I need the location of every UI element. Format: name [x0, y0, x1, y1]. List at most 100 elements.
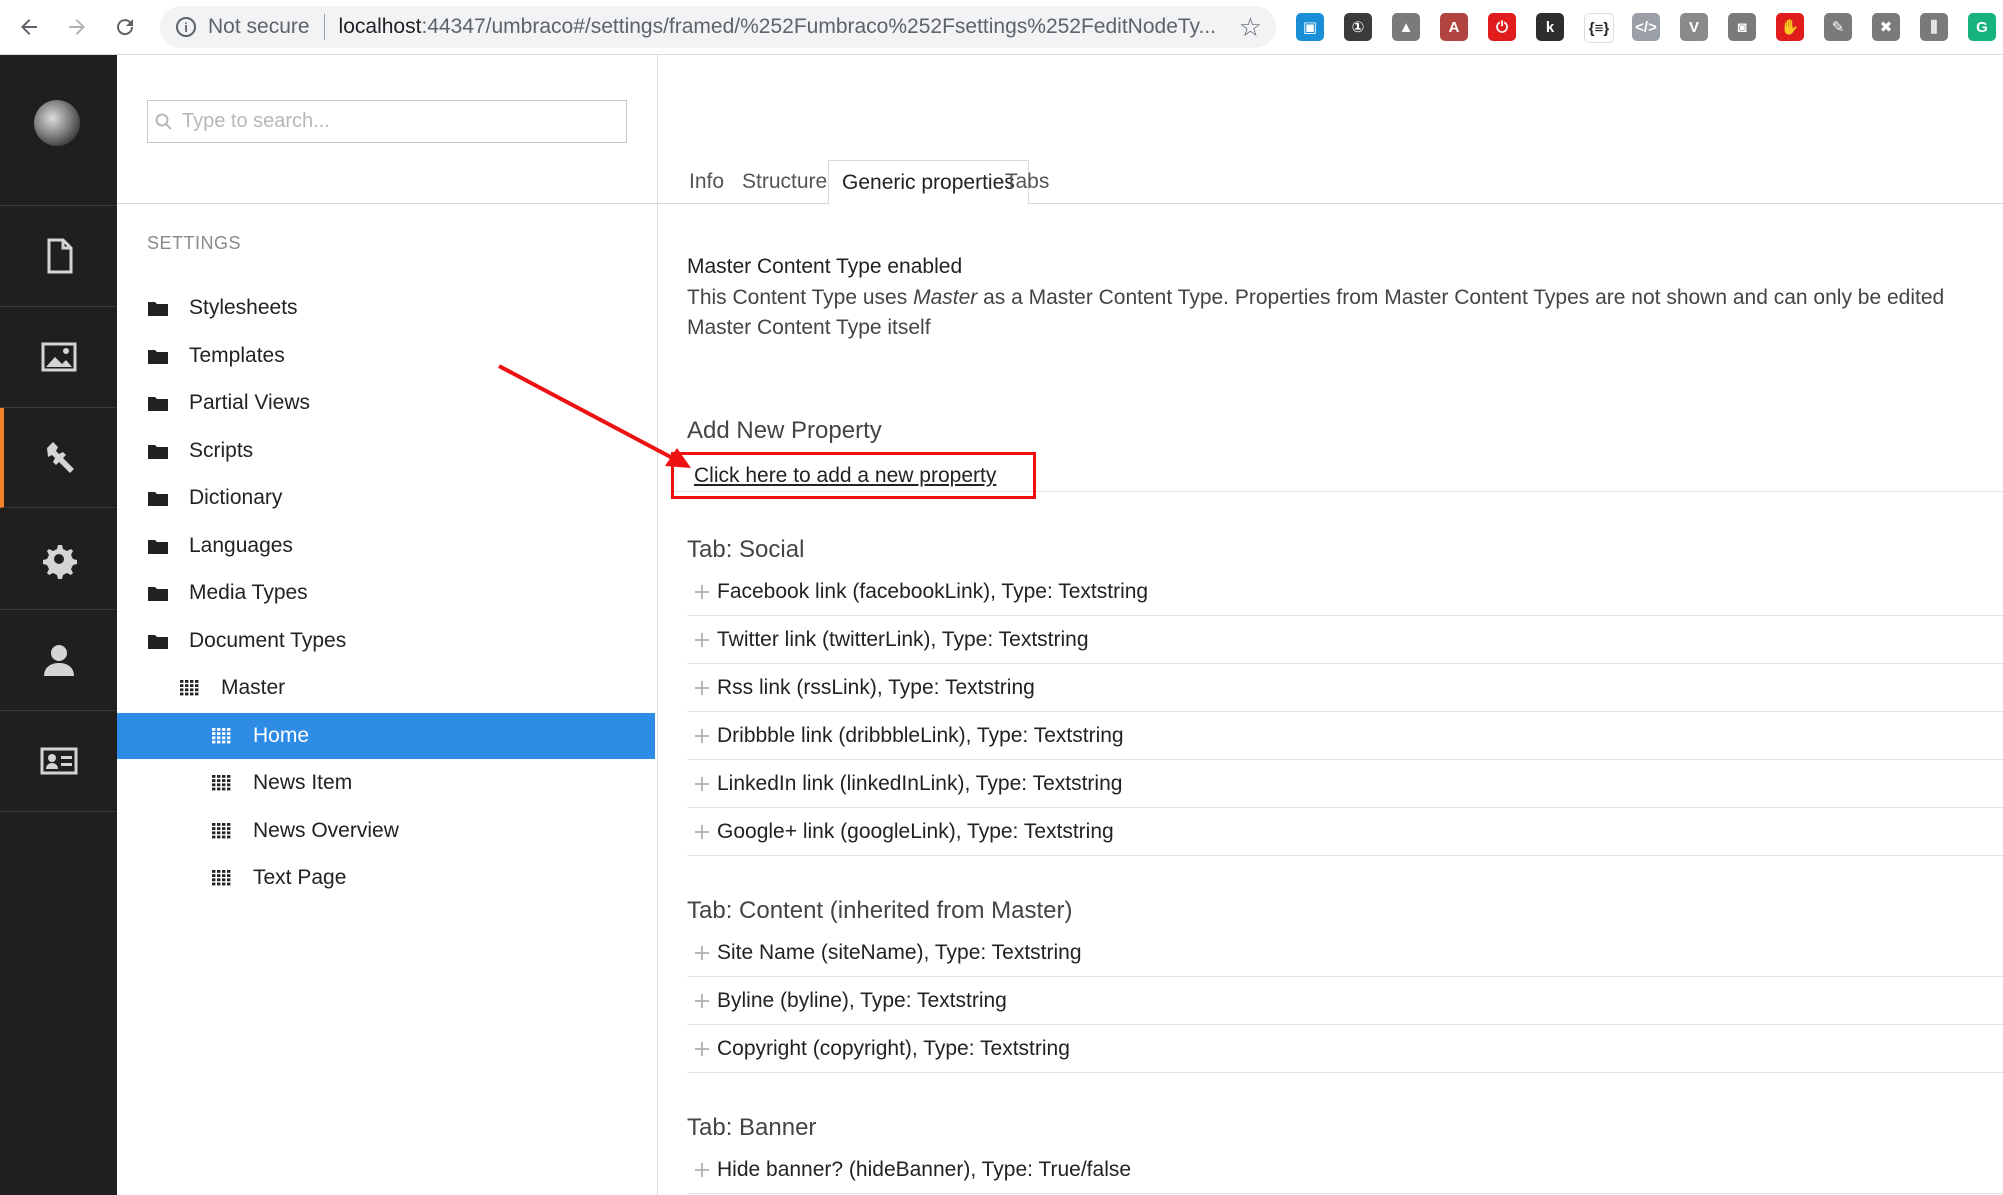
tab-info[interactable]: Info: [676, 160, 737, 204]
info-icon[interactable]: i: [176, 17, 196, 37]
drag-plus-icon[interactable]: [695, 729, 709, 743]
tree-item-text-page[interactable]: Text Page: [117, 855, 657, 901]
drag-plus-icon[interactable]: [695, 1042, 709, 1056]
drag-plus-icon[interactable]: [695, 777, 709, 791]
tree-item-label: Document Types: [189, 628, 347, 652]
property-row[interactable]: LinkedIn link (linkedInLink), Type: Text…: [687, 761, 2003, 808]
drive-icon[interactable]: ▲: [1392, 13, 1420, 41]
tree-item-label: Media Types: [189, 581, 308, 604]
user-area: [0, 55, 117, 206]
section-settings[interactable]: [0, 408, 117, 508]
tab-structure[interactable]: Structure: [729, 160, 840, 204]
tree-item-news-item[interactable]: News Item: [117, 760, 657, 806]
url-host: localhost: [338, 15, 422, 38]
tree-panel: SETTINGS Stylesheets Templates Partial Vie…: [117, 55, 658, 1195]
property-label: LinkedIn link (linkedInLink), Type: Text…: [717, 772, 1123, 795]
address-bar[interactable]: i Not secure localhost:44347/umbraco#/se…: [160, 6, 1276, 48]
grammarly-icon[interactable]: G: [1968, 13, 1996, 41]
k-icon[interactable]: k: [1536, 13, 1564, 41]
property-row[interactable]: Site Name (siteName), Type: Textstring: [687, 930, 2003, 977]
notice-line-1: This Content Type uses Master as a Maste…: [687, 283, 2003, 313]
password-manager-icon[interactable]: ①: [1344, 13, 1372, 41]
notes-icon[interactable]: ✎: [1824, 13, 1852, 41]
tree-item-media-types[interactable]: Media Types: [117, 570, 657, 616]
section-bar: [0, 55, 117, 1195]
property-row[interactable]: Rss link (rssLink), Type: Textstring: [687, 665, 2003, 712]
reload-button[interactable]: [108, 10, 142, 44]
property-label: Facebook link (facebookLink), Type: Text…: [717, 580, 1149, 603]
tree-item-news-overview[interactable]: News Overview: [117, 808, 657, 854]
property-row[interactable]: Google+ link (googleLink), Type: Textstr…: [687, 809, 2003, 856]
drag-plus-icon[interactable]: [695, 946, 709, 960]
property-row[interactable]: Facebook link (facebookLink), Type: Text…: [687, 569, 2003, 616]
notice-master-name: Master: [913, 286, 978, 309]
settings-wrench-icon: [46, 441, 74, 473]
tree-item-label: Languages: [189, 533, 293, 557]
tree-item-document-types[interactable]: Document Types: [117, 618, 657, 664]
tree-item-master[interactable]: Master: [117, 665, 657, 711]
back-button[interactable]: [12, 10, 46, 44]
pdf-icon[interactable]: A: [1440, 13, 1468, 41]
tree-search[interactable]: [147, 100, 627, 143]
bookmark-star-icon[interactable]: ☆: [1239, 12, 1262, 43]
url-path: :44347/umbraco#/settings/framed/%252Fumb…: [421, 15, 1216, 38]
property-label: Rss link (rssLink), Type: Textstring: [717, 676, 1035, 699]
drag-plus-icon[interactable]: [695, 585, 709, 599]
property-row[interactable]: Dribbble link (dribbbleLink), Type: Text…: [687, 713, 2003, 760]
avatar[interactable]: [34, 100, 80, 146]
power-icon[interactable]: ⏻: [1488, 13, 1516, 41]
doctype-grid-icon: [212, 870, 231, 886]
tree-item-scripts[interactable]: Scripts: [117, 428, 657, 474]
add-property-link[interactable]: Click here to add a new property: [671, 452, 1036, 499]
section-developer[interactable]: [0, 509, 117, 610]
section-users[interactable]: [0, 610, 117, 711]
tree-item-label: News Overview: [253, 818, 399, 842]
property-label: Site Name (siteName), Type: Textstring: [717, 941, 1082, 964]
tree-item-stylesheets[interactable]: Stylesheets: [117, 285, 657, 331]
folder-icon: [148, 349, 168, 364]
section-members[interactable]: [0, 711, 117, 812]
forward-button[interactable]: [60, 10, 94, 44]
bars-icon[interactable]: ⫼: [1920, 13, 1948, 41]
drag-plus-icon[interactable]: [695, 1163, 709, 1177]
group-title: Tab: Content (inherited from Master): [687, 897, 1073, 924]
folder-icon: [148, 539, 168, 554]
property-row[interactable]: Twitter link (twitterLink), Type: Textst…: [687, 617, 2003, 664]
reload-icon: [117, 19, 134, 36]
drag-plus-icon[interactable]: [695, 825, 709, 839]
vue-icon[interactable]: V: [1680, 13, 1708, 41]
folder-icon: [148, 492, 168, 506]
photo-extension-icon[interactable]: ▣: [1296, 13, 1324, 41]
property-row[interactable]: Byline (byline), Type: Textstring: [687, 978, 2003, 1025]
search-input[interactable]: [180, 109, 624, 134]
notice-body: This Content Type uses Master as a Maste…: [687, 283, 2003, 343]
tree-item-languages[interactable]: Languages: [117, 523, 657, 569]
tree-item-templates[interactable]: Templates: [117, 333, 657, 379]
tree-item-partial-views[interactable]: Partial Views: [117, 380, 657, 426]
drag-plus-icon[interactable]: [695, 681, 709, 695]
doctype-grid-icon: [212, 822, 231, 838]
users-icon: [43, 645, 74, 676]
adblock-icon[interactable]: ✋: [1776, 13, 1804, 41]
url-text[interactable]: localhost:44347/umbraco#/settings/framed…: [339, 15, 1216, 39]
section-media[interactable]: [0, 307, 117, 408]
security-status[interactable]: Not secure: [208, 15, 310, 39]
property-label: Byline (byline), Type: Textstring: [717, 989, 1007, 1012]
tab-tabs[interactable]: Tabs: [992, 160, 1062, 204]
camera-icon[interactable]: ◙: [1728, 13, 1756, 41]
code-icon[interactable]: </>: [1632, 13, 1660, 41]
tree-item-label: Home: [253, 723, 310, 747]
section-content[interactable]: [0, 206, 117, 307]
tree-item-dictionary[interactable]: Dictionary: [117, 475, 657, 521]
tree-item-home[interactable]: Home: [117, 712, 655, 759]
drag-plus-icon[interactable]: [695, 633, 709, 647]
property-row[interactable]: Hide banner? (hideBanner), Type: True/fa…: [687, 1147, 2003, 1194]
tree-item-label: Templates: [189, 343, 285, 367]
close-tab-icon[interactable]: ✖: [1872, 13, 1900, 41]
drag-plus-icon[interactable]: [695, 994, 709, 1008]
doctype-grid-icon: [180, 680, 199, 696]
property-row[interactable]: Copyright (copyright), Type: Textstring: [687, 1026, 2003, 1073]
json-icon[interactable]: {≡}: [1584, 13, 1614, 43]
folder-icon: [148, 587, 168, 601]
property-label: Twitter link (twitterLink), Type: Textst…: [717, 628, 1089, 651]
